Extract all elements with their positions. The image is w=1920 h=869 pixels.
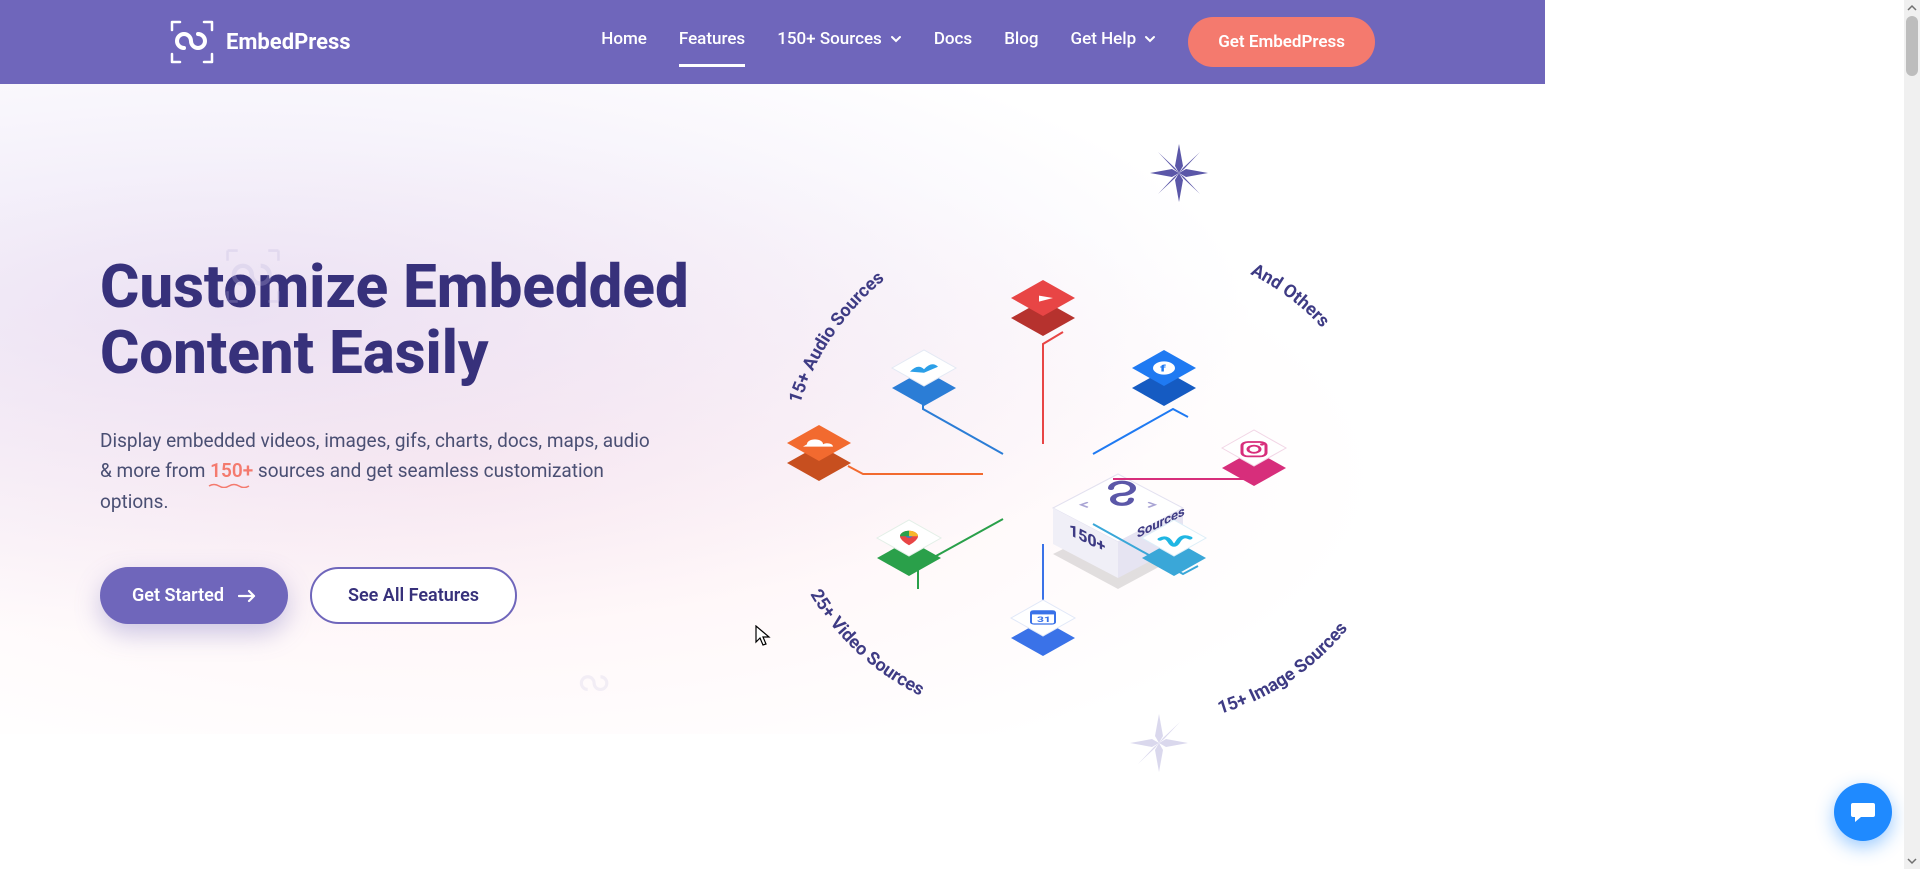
tile-gcal: 31 (1007, 594, 1079, 666)
cursor-icon (755, 625, 771, 647)
scrollbar[interactable] (1904, 0, 1920, 869)
hero-desc-highlight: 150+ (210, 459, 253, 482)
nav-item-sources[interactable]: 150+ Sources (777, 29, 902, 55)
nav-label-docs: Docs (934, 29, 972, 49)
chat-fab-button[interactable] (1834, 783, 1892, 841)
nav-label-gethelp: Get Help (1071, 29, 1137, 49)
nav-label-blog: Blog (1004, 29, 1038, 49)
tile-twitter (888, 344, 960, 416)
hero-illustration: 15+ Audio Sources And Others 25+ Video S… (750, 154, 1485, 734)
tile-vimeo (1138, 514, 1210, 586)
get-started-button[interactable]: Get Started (100, 567, 288, 624)
tile-facebook: f (1128, 344, 1200, 416)
logo-text: EmbedPress (226, 30, 351, 55)
svg-text:31: 31 (1037, 616, 1051, 624)
chat-icon (1849, 798, 1877, 826)
see-all-features-button[interactable]: See All Features (310, 567, 517, 624)
iso-stage: 150+ Sources (1043, 474, 1193, 584)
nav-label-sources: 150+ Sources (777, 29, 882, 49)
get-started-label: Get Started (132, 585, 224, 606)
cta-label: Get EmbedPress (1218, 32, 1345, 52)
hero-section: Customize Embedded Content Easily Displa… (0, 84, 1545, 734)
see-all-features-label: See All Features (348, 585, 479, 606)
scrollbar-thumb[interactable] (1906, 16, 1918, 76)
chevron-down-icon (890, 33, 902, 45)
nav-item-docs[interactable]: Docs (934, 29, 972, 55)
tile-instagram (1218, 424, 1290, 496)
svg-text:f: f (1160, 364, 1166, 375)
navbar: EmbedPress Home Features 150+ Sources Do… (0, 0, 1545, 84)
chevron-down-icon (1144, 33, 1156, 45)
nav-item-gethelp[interactable]: Get Help (1071, 29, 1157, 55)
hero-title-line1: Customize Embedded (100, 251, 689, 322)
get-embedpress-button[interactable]: Get EmbedPress (1188, 17, 1375, 67)
tile-soundcloud (783, 419, 855, 491)
decor-logo-ghost (225, 248, 281, 304)
nav-label-features: Features (679, 29, 745, 49)
scrollbar-arrow-down[interactable] (1904, 853, 1920, 869)
hero-title-line2: Content Easily (100, 317, 489, 388)
arrow-right-icon (238, 589, 256, 603)
hero-left: Customize Embedded Content Easily Displa… (100, 154, 750, 734)
nav-item-features[interactable]: Features (679, 29, 745, 55)
hero-title: Customize Embedded Content Easily (100, 254, 750, 386)
nav-label-home: Home (601, 29, 647, 49)
logo-group[interactable]: EmbedPress (170, 20, 351, 64)
hero-description: Display embedded videos, images, gifs, c… (100, 426, 650, 517)
nav-links: Home Features 150+ Sources Docs Blog Get… (601, 17, 1375, 67)
logo-icon (170, 20, 214, 64)
decor-logo-ghost-small (575, 664, 615, 704)
nav-item-blog[interactable]: Blog (1004, 29, 1038, 55)
tile-gmaps (873, 514, 945, 586)
scrollbar-arrow-up[interactable] (1904, 0, 1920, 16)
hero-buttons: Get Started See All Features (100, 567, 750, 624)
nav-item-home[interactable]: Home (601, 29, 647, 55)
tile-youtube (1007, 274, 1079, 346)
